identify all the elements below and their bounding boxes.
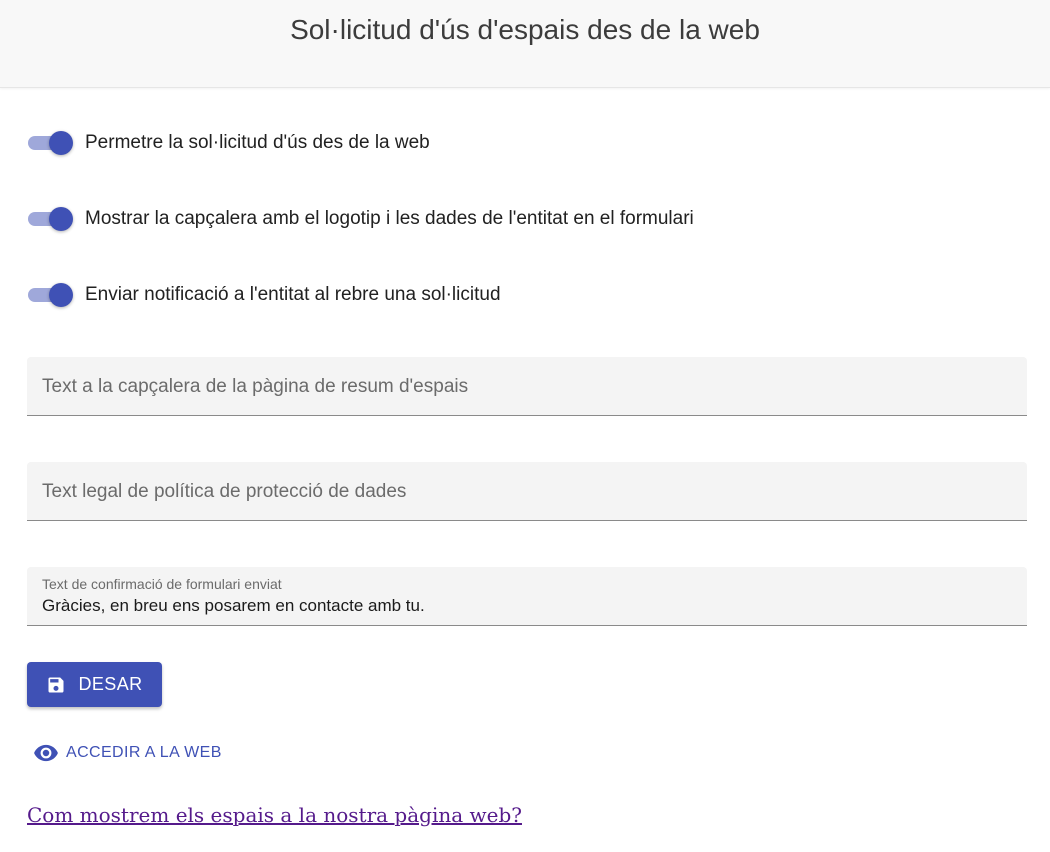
switch-thumb[interactable] xyxy=(49,283,73,307)
toggle-label: Permetre la sol·licitud d'ús des de la w… xyxy=(85,132,430,153)
toggle-allow-web-request[interactable] xyxy=(27,129,75,157)
access-web-label: ACCEDIR A LA WEB xyxy=(66,744,222,761)
legal-text-placeholder: Text legal de política de protecció de d… xyxy=(42,481,407,502)
toggle-allow-web-request-row: Permetre la sol·licitud d'ús des de la w… xyxy=(27,129,430,157)
confirmation-text-value[interactable]: Gràcies, en breu ens posarem en contacte… xyxy=(42,596,425,616)
switch-thumb[interactable] xyxy=(49,207,73,231)
page-title: Sol·licitud d'ús d'espais des de la web xyxy=(290,14,760,45)
legal-text-field[interactable]: Text legal de política de protecció de d… xyxy=(27,462,1027,521)
header-text-field[interactable]: Text a la capçalera de la pàgina de resu… xyxy=(27,357,1027,416)
save-button-label: DESAR xyxy=(78,674,143,694)
save-button[interactable]: DESAR xyxy=(27,662,162,707)
toggle-show-header-row: Mostrar la capçalera amb el logotip i le… xyxy=(27,205,694,233)
toggle-send-notification[interactable] xyxy=(27,281,75,309)
help-link[interactable]: Com mostrem els espais a la nostra pàgin… xyxy=(27,803,522,827)
page-header: Sol·licitud d'ús d'espais des de la web xyxy=(0,0,1050,88)
toggle-send-notification-row: Enviar notificació a l'entitat al rebre … xyxy=(27,281,501,309)
header-text-placeholder: Text a la capçalera de la pàgina de resu… xyxy=(42,376,469,397)
toggle-show-header[interactable] xyxy=(27,205,75,233)
save-icon xyxy=(46,675,66,695)
switch-thumb[interactable] xyxy=(49,131,73,155)
confirmation-text-field[interactable]: Text de confirmació de formulari enviat … xyxy=(27,567,1027,626)
toggle-label: Enviar notificació a l'entitat al rebre … xyxy=(85,284,501,305)
confirmation-text-label: Text de confirmació de formulari enviat xyxy=(42,576,282,592)
toggle-label: Mostrar la capçalera amb el logotip i le… xyxy=(85,208,694,229)
eye-icon xyxy=(33,740,59,766)
access-web-button[interactable]: ACCEDIR A LA WEB xyxy=(33,740,222,766)
